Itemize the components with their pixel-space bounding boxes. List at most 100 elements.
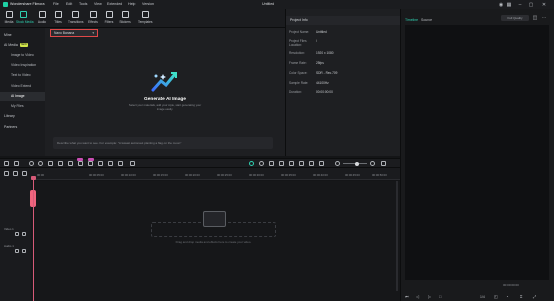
sidebar-partners[interactable]: Partners — [0, 123, 45, 132]
marker-icon[interactable] — [259, 160, 264, 166]
undo-icon[interactable] — [29, 160, 34, 166]
title-bar: Wondershare Filmora File Edit Tools View… — [0, 0, 554, 9]
info-value: 44100Hz — [316, 81, 329, 85]
menu-view[interactable]: View — [94, 2, 102, 6]
quality-select[interactable]: Full Quality — [501, 15, 529, 21]
more-tools-icon[interactable] — [118, 160, 123, 166]
info-label: Color Space: — [289, 71, 308, 75]
track-visibility-icon[interactable] — [15, 232, 19, 236]
link-icon[interactable] — [299, 160, 304, 166]
maximize-icon[interactable]: ▢ — [528, 2, 534, 8]
tool-stock-media[interactable]: Stock Media — [16, 11, 34, 27]
sidebar-mine[interactable]: Mine — [0, 31, 45, 40]
tool-stickers[interactable]: Stickers — [118, 11, 132, 27]
tool-filters[interactable]: Filters — [102, 11, 116, 27]
text-tool-icon[interactable] — [130, 160, 135, 166]
timeline-scrollbar[interactable] — [396, 181, 398, 291]
delete-icon[interactable] — [48, 160, 53, 166]
step-back-icon[interactable]: ◁ — [416, 294, 419, 299]
speed-icon[interactable] — [88, 160, 93, 166]
sidebar-item-video-extend[interactable]: Video Extend — [0, 82, 45, 91]
cut-icon[interactable] — [68, 160, 73, 166]
ruler-tick: 00:00:05:00 — [89, 173, 104, 177]
track-link-icon[interactable] — [13, 171, 18, 176]
zoom-out-icon[interactable] — [335, 160, 340, 166]
fullscreen-icon[interactable]: ⤢ — [533, 294, 536, 299]
media-icon — [5, 11, 13, 18]
add-track-icon[interactable] — [4, 171, 9, 176]
screenshot-icon[interactable]: ◫ — [532, 15, 538, 21]
close-icon[interactable]: ✕ — [541, 2, 547, 8]
model-select[interactable]: Nano Banana ▾ — [50, 29, 98, 37]
preview-viewer[interactable] — [405, 25, 549, 280]
layout-icon[interactable]: ▦ — [506, 2, 512, 8]
split-icon[interactable] — [58, 160, 63, 166]
stop-icon[interactable]: □ — [439, 294, 441, 299]
timeline-settings-icon[interactable] — [381, 160, 386, 166]
keyframe-icon[interactable] — [319, 160, 324, 166]
track-lock-icon[interactable] — [22, 232, 26, 236]
filmora-logo-icon — [3, 2, 8, 7]
info-label: Resolution: — [289, 51, 305, 55]
sidebar-ai-media[interactable]: AI Media NEW — [0, 41, 45, 50]
color-icon[interactable] — [98, 160, 103, 166]
sidebar-library[interactable]: Library — [0, 112, 45, 121]
track-lock-icon[interactable] — [22, 249, 26, 253]
zoom-slider-handle[interactable] — [355, 161, 359, 166]
audio-tool-icon[interactable] — [108, 160, 113, 166]
account-icon[interactable]: ◉ — [498, 2, 504, 8]
prompt-input[interactable]: Describe what you want to see. For examp… — [53, 137, 273, 149]
sidebar-item-ai-image[interactable]: AI Image — [0, 92, 45, 101]
ruler-tick: 00:00:40:00 — [313, 173, 328, 177]
more-icon[interactable]: ⋯ — [541, 15, 547, 21]
crop-tool-icon[interactable] — [78, 160, 83, 166]
crop-icon[interactable]: ⌗ — [520, 294, 522, 299]
prev-frame-icon[interactable]: ⏮ — [405, 294, 409, 299]
menu-tools[interactable]: Tools — [79, 2, 87, 6]
ruler-tick: 00:00:25:00 — [217, 173, 232, 177]
snap-icon[interactable] — [289, 160, 294, 166]
minimize-icon[interactable]: – — [517, 2, 523, 8]
track-lock-icon[interactable] — [22, 171, 27, 176]
select-icon[interactable] — [14, 160, 19, 166]
layout-icon[interactable] — [4, 160, 9, 166]
snapshot-icon[interactable]: ◰ — [494, 294, 498, 299]
playhead-handle[interactable] — [31, 176, 36, 180]
sidebar-item-video-inspiration[interactable]: Video Inspiration — [0, 61, 45, 70]
info-value: SDR - Rec.709 — [316, 71, 338, 75]
tab-source[interactable]: Source — [421, 18, 432, 22]
volume-icon[interactable]: ◔ — [506, 294, 508, 299]
mic-icon[interactable] — [269, 160, 274, 166]
voiceover-icon[interactable] — [279, 160, 284, 166]
info-value: 00:00:00:00 — [316, 90, 333, 94]
menu-file[interactable]: File — [53, 2, 59, 6]
tab-timeline[interactable]: Timeline — [405, 18, 418, 22]
tool-audio[interactable]: Audio — [35, 11, 49, 27]
playhead[interactable] — [33, 176, 34, 301]
sidebar-item-text-to-video[interactable]: Text to Video — [0, 71, 45, 80]
menu-extended[interactable]: Extended — [107, 2, 122, 6]
menu-version[interactable]: Version — [142, 2, 154, 6]
zoom-in-icon[interactable] — [370, 160, 375, 166]
info-value: / — [316, 39, 317, 43]
sidebar-item-image-to-video[interactable]: Image to Video — [0, 51, 45, 60]
menu-edit[interactable]: Edit — [66, 2, 72, 6]
tool-transitions[interactable]: Transitions — [68, 11, 83, 27]
sidebar-item-my-files[interactable]: My Files — [0, 102, 45, 111]
track-label-video-1: Video 1 — [4, 227, 14, 231]
tool-effects[interactable]: Effects — [86, 11, 100, 27]
redo-icon[interactable] — [38, 160, 43, 166]
render-icon[interactable] — [309, 160, 314, 166]
track-mute-icon[interactable] — [15, 249, 19, 253]
ruler-tick: 00:00:15:00 — [153, 173, 168, 177]
ratio-select[interactable]: 1/4 — [480, 295, 485, 299]
tool-titles[interactable]: Titles — [51, 11, 65, 27]
ruler-tick: 00:00:10:00 — [121, 173, 136, 177]
menu-help[interactable]: Help — [128, 2, 135, 6]
ruler-tick: 00:00:35:00 — [281, 173, 296, 177]
info-label: Project Name: — [289, 30, 310, 34]
ai-tool-icon[interactable] — [249, 160, 254, 166]
tool-templates[interactable]: Templates — [138, 11, 153, 27]
tool-media[interactable]: Media — [2, 11, 16, 27]
play-icon[interactable]: ▷ — [428, 294, 431, 299]
